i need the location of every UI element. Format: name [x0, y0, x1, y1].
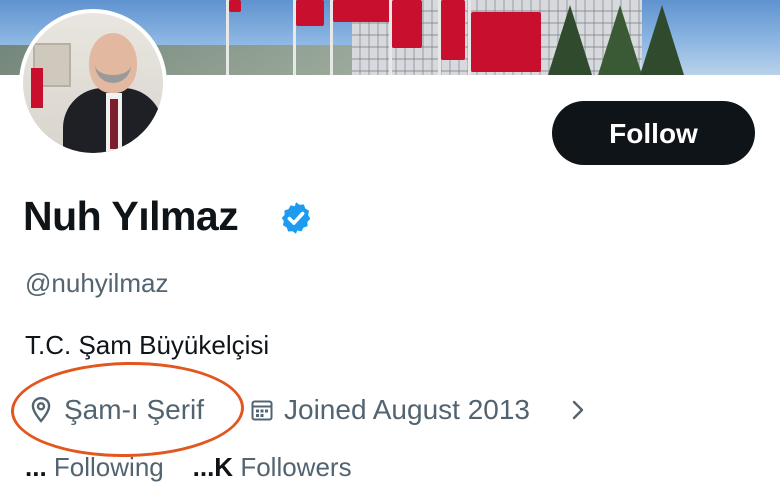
tree: [548, 5, 592, 75]
tree: [640, 5, 684, 75]
profile-handle: @nuhyilmaz: [25, 268, 169, 298]
profile-bio: T.C. Şam Büyükelçisi: [25, 330, 270, 360]
avatar-photo: [23, 13, 163, 153]
avatar[interactable]: [19, 9, 167, 157]
followers-label[interactable]: Followers: [240, 452, 351, 482]
flag: [392, 0, 422, 48]
flag: [333, 0, 391, 22]
flag: [296, 0, 324, 26]
flag: [229, 0, 241, 12]
calendar-icon: [251, 400, 273, 421]
following-label[interactable]: Following: [54, 452, 164, 482]
avatar-flag: [31, 68, 43, 108]
avatar-tie: [110, 99, 118, 149]
avatar-head: [89, 33, 137, 93]
location-highlight-oval: [10, 359, 245, 460]
followers-count[interactable]: ...K: [193, 452, 233, 482]
follow-button[interactable]: Follow: [552, 101, 755, 165]
flag: [471, 12, 541, 72]
following-count[interactable]: ...: [25, 452, 47, 482]
profile-joined-date: Joined August 2013: [284, 394, 530, 425]
profile-name: Nuh Yılmaz: [23, 193, 239, 239]
follow-stats: ... Following ...K Followers: [25, 452, 352, 483]
flag: [441, 0, 465, 60]
chevron-right-icon[interactable]: [568, 399, 588, 421]
verified-badge-icon[interactable]: [278, 200, 314, 236]
tree: [598, 5, 642, 75]
